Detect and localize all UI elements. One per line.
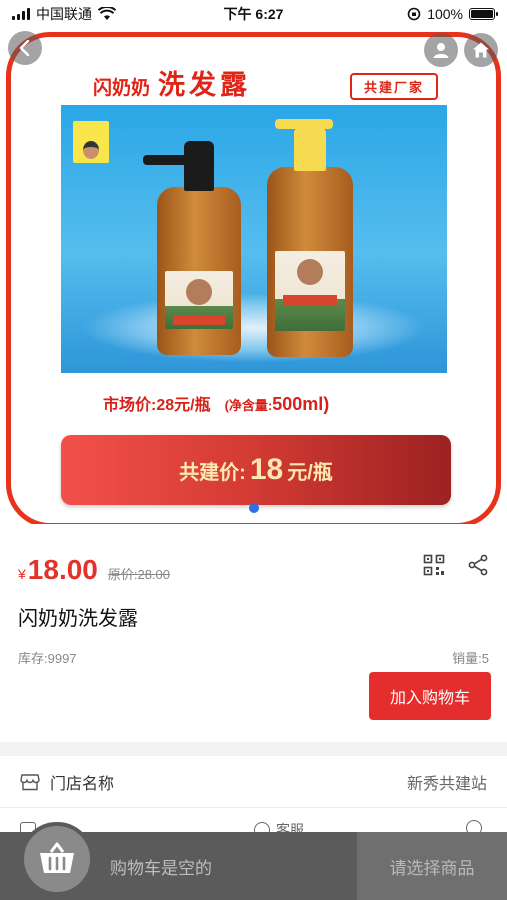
store-name: 新秀共建站 [406,775,487,793]
product-name: 闪奶奶洗发露 [18,608,138,630]
coop-price-value: 18 [249,453,284,486]
home-button[interactable] [464,33,498,67]
net-content-text: (净含量:500ml) [224,394,330,414]
price-row: ¥ 18.00 原价:28.00 [18,554,170,586]
coop-price-banner: 共建价: 18 元/瓶 [61,435,451,505]
shampoo-bottle-yellow-pump [267,127,353,357]
carrier-label: 中国联通 [36,6,92,22]
status-right: 100% [407,6,498,22]
status-bar: 中国联通 下午 6:27 100% [0,0,507,28]
brand-logo-badge [73,121,109,163]
orientation-lock-icon [407,7,421,21]
market-price-line: 市场价:28元/瓶 (净含量:500ml) [103,391,329,415]
cart-button[interactable] [20,822,94,896]
user-icon [433,43,449,58]
stock-count: 库存:9997 [18,651,77,666]
original-price: 原价:28.00 [107,567,171,582]
home-icon [473,42,489,58]
product-photo [61,105,447,373]
select-product-button[interactable]: 请选择商品 [357,832,507,900]
store-label: 门店名称 [50,775,115,793]
add-to-cart-button[interactable]: 加入购物车 [369,672,491,720]
poster-product: 洗发露 [158,70,252,100]
status-left: 中国联通 [12,4,116,24]
cart-empty-text: 购物车是空的 [110,859,212,878]
product-detail-page: 中国联通 下午 6:27 100% 闪奶奶 洗发露 共建厂家 市场价:28元/瓶… [0,0,507,900]
section-divider [0,742,507,756]
market-price-text: 市场价:28元/瓶 [103,397,211,414]
product-info-section: ¥ 18.00 原价:28.00 闪奶奶洗发露 库存:9997 销量:5 加入购… [0,524,507,742]
status-time: 下午 6:27 [223,6,284,22]
signal-icon [12,8,30,20]
carousel-pager-dot-active[interactable] [249,503,259,513]
shampoo-bottle-black-pump [157,141,241,355]
product-banner-carousel[interactable]: 闪奶奶 洗发露 共建厂家 市场价:28元/瓶 (净含量:500ml) 共建价: … [0,28,507,528]
store-label-group: 门店名称 [20,770,114,794]
back-button[interactable] [8,31,42,65]
poster-title: 闪奶奶 洗发露 [93,63,251,102]
coop-price-label: 共建价: [179,461,246,484]
product-actions [423,554,489,576]
current-price: 18.00 [27,554,98,585]
cart-basket-icon [40,842,74,873]
qr-code-icon[interactable] [423,554,445,576]
battery-percent: 100% [427,6,463,22]
back-icon [19,40,30,56]
coop-price-unit: 元/瓶 [287,461,333,484]
user-button[interactable] [424,33,458,67]
currency-symbol: ¥ [18,566,26,582]
partner-factory-tag: 共建厂家 [349,73,438,100]
store-row[interactable]: 门店名称 新秀共建站 [0,756,507,808]
store-icon [20,773,40,790]
poster-brand: 闪奶奶 [93,78,151,99]
battery-icon [469,8,498,20]
sales-count: 销量:5 [452,651,489,666]
share-icon[interactable] [467,554,489,576]
wifi-icon [98,7,116,20]
promo-poster: 闪奶奶 洗发露 共建厂家 市场价:28元/瓶 (净含量:500ml) 共建价: … [6,32,501,528]
water-splash [81,293,427,363]
